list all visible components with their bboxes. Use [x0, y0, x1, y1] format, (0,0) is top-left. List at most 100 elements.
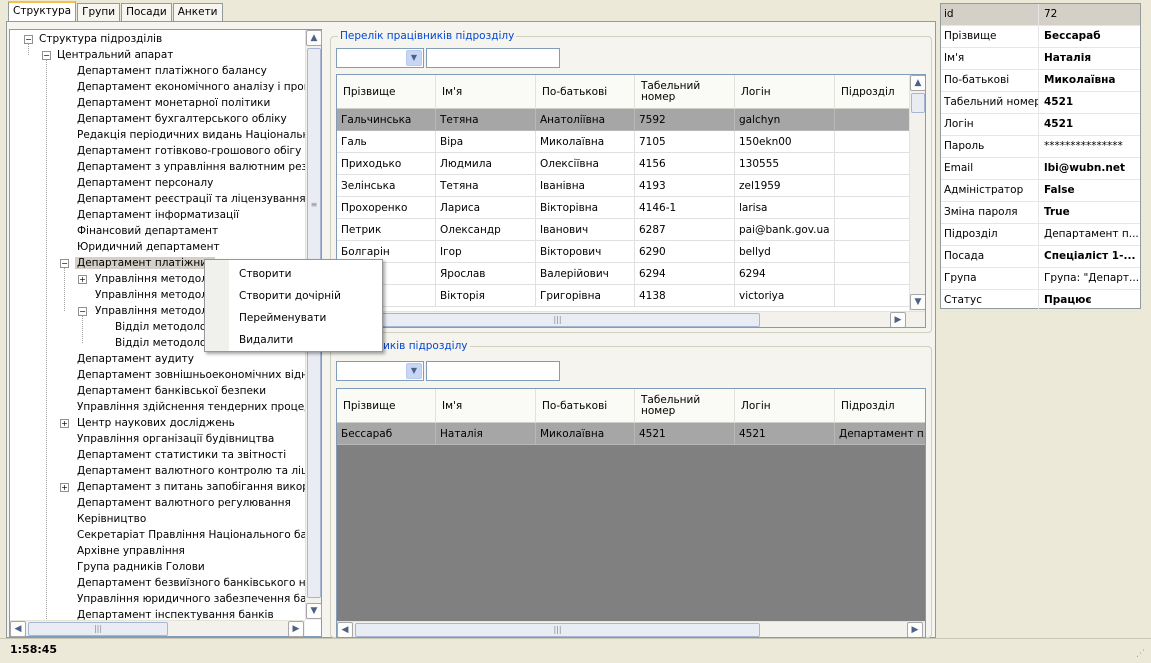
property-row[interactable]: Адміністратор False [941, 180, 1140, 202]
tree-node[interactable]: Департамент готівково-грошового обігу [75, 143, 303, 159]
tab-positions[interactable]: Посади [121, 3, 172, 21]
tree-node[interactable]: Департамент реєстрації та ліцензування б… [75, 191, 321, 207]
grid-vscroll-thumb[interactable] [911, 93, 925, 113]
expand-icon[interactable]: + [60, 483, 69, 492]
top-filter-combo[interactable]: ▼ [336, 48, 424, 68]
tree-node[interactable]: Центр наукових досліджень [75, 415, 237, 431]
column-header[interactable]: Логін [735, 75, 835, 109]
tree-node[interactable]: Управління організації будівництва [75, 431, 276, 447]
tree-node[interactable]: Керівництво [75, 511, 148, 527]
tree-node[interactable]: Департамент монетарної політики [75, 95, 272, 111]
table-row[interactable]: Вікторія Григорівна 4138 victoriya [337, 285, 925, 307]
menu-item-delete[interactable]: Видалити [239, 331, 293, 349]
column-header[interactable]: По-батькові [536, 75, 635, 109]
property-row[interactable]: Зміна пароля True [941, 202, 1140, 224]
tree-node[interactable]: Департамент з питань запобігання викорис… [75, 479, 321, 495]
property-value[interactable]: Миколаївна [1040, 70, 1140, 91]
table-row[interactable]: Бессараб Наталія Миколаївна 4521 4521 Департа… [337, 423, 925, 445]
property-value[interactable]: Спеціаліст 1-... [1040, 246, 1140, 267]
tree-node[interactable]: Архівне управління [75, 543, 187, 559]
property-row[interactable]: Група Група: "Департ... [941, 268, 1140, 290]
column-header[interactable]: Логін [735, 389, 835, 423]
property-row[interactable]: id 72 [941, 4, 1140, 26]
tree-hscroll[interactable]: ◀ ||| ▶ [10, 620, 305, 637]
grid-hscroll[interactable]: ◀|||▶ [337, 311, 925, 327]
property-value[interactable]: True [1040, 202, 1140, 223]
column-header[interactable]: Ім'я [436, 389, 536, 423]
property-value[interactable]: Департамент п... [1040, 224, 1140, 245]
column-header[interactable]: Прізвище [337, 75, 436, 109]
tree-node[interactable]: Група радників Голови [75, 559, 207, 575]
tree-node[interactable]: Департамент бухгалтерського обліку [75, 111, 289, 127]
bottom-filter-combo[interactable]: ▼ [336, 361, 424, 381]
tree-node[interactable]: Управління методол [93, 271, 210, 287]
property-value[interactable]: 4521 [1040, 92, 1140, 113]
grid-hscroll-thumb[interactable]: ||| [355, 623, 760, 637]
scroll-down-icon[interactable]: ▼ [910, 294, 925, 310]
resize-grip-icon[interactable]: ⋰ [1136, 649, 1148, 661]
selected-employees-grid[interactable]: Прізвище Ім'я По-батькові Табельний номер Ло… [336, 388, 926, 638]
tree-node[interactable]: Департамент аудиту [75, 351, 196, 367]
tree-node[interactable]: Департамент валютного контролю та ліценз… [75, 463, 321, 479]
expand-icon[interactable]: + [78, 275, 87, 284]
chevron-down-icon[interactable]: ▼ [406, 363, 422, 379]
column-header[interactable]: Табельний номер [635, 75, 735, 109]
expand-icon[interactable]: + [60, 419, 69, 428]
tree-node[interactable]: Управління юридичного забезпечення банкі… [75, 591, 321, 607]
tree-node[interactable]: Відділ методолог [113, 319, 214, 335]
property-value[interactable]: Група: "Департ... [1040, 268, 1140, 289]
table-row[interactable]: Прохоренко Лариса Вікторівна 4146-1 larisa [337, 197, 925, 219]
grid-hscroll[interactable]: ◀||| ▶ [337, 621, 925, 637]
scroll-left-icon[interactable]: ◀ [10, 621, 26, 637]
grid-vscroll[interactable]: ▲ ▼ [909, 75, 925, 311]
scroll-up-icon[interactable]: ▲ [306, 30, 322, 46]
scroll-left-icon[interactable]: ◀ [337, 622, 353, 637]
tab-groups[interactable]: Групи [77, 3, 121, 21]
tree-hscroll-thumb[interactable]: ||| [28, 622, 168, 636]
scroll-right-icon[interactable]: ▶ [890, 312, 906, 327]
tree-node[interactable]: Центральний апарат [55, 47, 175, 63]
column-header[interactable]: По-батькові [536, 389, 635, 423]
tree-node[interactable]: Департамент платіжних [75, 255, 216, 271]
table-row[interactable]: Петрик Олександр Іванович 6287 pai@bank.gov.… [337, 219, 925, 241]
tree-node[interactable]: Департамент персоналу [75, 175, 215, 191]
property-value[interactable]: lbi@wubn.net [1040, 158, 1140, 179]
tree-node[interactable]: Секретаріат Правління Національного банк… [75, 527, 321, 543]
tree-node[interactable]: Департамент зовнішньоекономічних відноси… [75, 367, 321, 383]
tree-node[interactable]: Редакція періодичних видань Національног… [75, 127, 321, 143]
property-row[interactable]: Прізвище Бессараб [941, 26, 1140, 48]
employees-grid[interactable]: Прізвище Ім'я По-батькові Табельний номер Ло… [336, 74, 926, 328]
menu-item-rename[interactable]: Перейменувати [239, 309, 326, 327]
top-filter-input[interactable] [426, 48, 560, 68]
property-row[interactable]: Ім'я Наталія [941, 48, 1140, 70]
tree-node[interactable]: Департамент економічного аналізу і прогн… [75, 79, 321, 95]
menu-item-create[interactable]: Створити [239, 265, 292, 283]
tab-structure[interactable]: Структура [8, 1, 77, 21]
property-value[interactable]: *************** [1040, 136, 1140, 157]
scroll-down-icon[interactable]: ▼ [306, 603, 322, 619]
grid-hscroll-thumb[interactable]: ||| [355, 313, 760, 327]
table-row[interactable]: Зелінська Тетяна Іванівна 4193 zel1959 [337, 175, 925, 197]
collapse-icon[interactable]: − [78, 307, 87, 316]
tree-node[interactable]: Департамент статистики та звітності [75, 447, 288, 463]
property-value[interactable]: Бессараб [1040, 26, 1140, 47]
property-row[interactable]: Табельний номер 4521 [941, 92, 1140, 114]
tab-questionnaires[interactable]: Анкети [172, 3, 223, 21]
property-value[interactable]: 4521 [1040, 114, 1140, 135]
tree-node[interactable]: Департамент з управління валютним резерв [75, 159, 321, 175]
tree-node[interactable]: Департамент інформатизації [75, 207, 241, 223]
column-header[interactable]: Ім'я [436, 75, 536, 109]
tree-node[interactable]: Фінансовий департамент [75, 223, 220, 239]
column-header[interactable]: Прізвище [337, 389, 436, 423]
property-value[interactable]: Працює [1040, 290, 1140, 311]
table-row[interactable]: Гальчинська Тетяна Анатоліївна 7592 galchyn [337, 109, 925, 131]
collapse-icon[interactable]: − [42, 51, 51, 60]
property-row[interactable]: Email lbi@wubn.net [941, 158, 1140, 180]
property-row[interactable]: Логін 4521 [941, 114, 1140, 136]
tree-node[interactable]: Департамент валютного регулювання [75, 495, 293, 511]
scroll-right-icon[interactable]: ▶ [907, 622, 923, 637]
property-value[interactable]: False [1040, 180, 1140, 201]
bottom-filter-input[interactable] [426, 361, 560, 381]
tree-node[interactable]: Департамент безвиїзного банківського наг… [75, 575, 321, 591]
table-row[interactable]: Приходько Людмила Олексіївна 4156 130555 [337, 153, 925, 175]
